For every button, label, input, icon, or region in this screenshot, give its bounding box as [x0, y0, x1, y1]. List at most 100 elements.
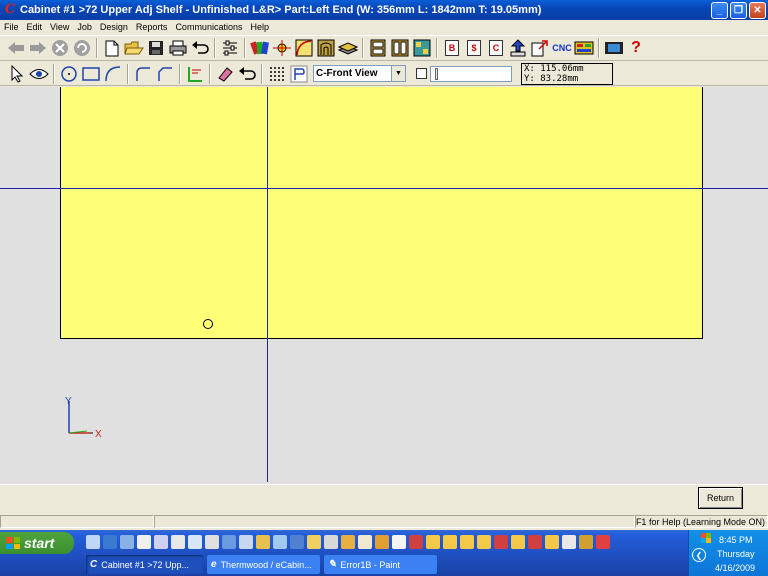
menu-file[interactable]: File [0, 22, 23, 32]
zoom-slider[interactable] [430, 65, 512, 82]
grid-snap-icon[interactable] [266, 63, 288, 85]
close-button[interactable]: ✕ [749, 1, 766, 19]
ql-icon-7[interactable] [188, 535, 202, 549]
forward-arrow-icon[interactable] [27, 37, 49, 59]
drawing-canvas[interactable]: Y X [0, 87, 768, 484]
upload-icon[interactable] [507, 37, 529, 59]
horizontal-guide-line [0, 188, 768, 189]
task-cabinet[interactable]: C Cabinet #1 >72 Upp... [86, 555, 203, 574]
back-arrow-icon[interactable] [5, 37, 27, 59]
ql-icon-31[interactable] [596, 535, 610, 549]
part-panel[interactable] [60, 87, 703, 339]
print-icon[interactable] [167, 37, 189, 59]
ql-icon-18[interactable] [375, 535, 389, 549]
ql-icon-21[interactable] [426, 535, 440, 549]
stop-icon[interactable] [49, 37, 71, 59]
ql-icon-14[interactable] [307, 535, 321, 549]
restore-button[interactable]: ❐ [730, 1, 747, 19]
room-layout-icon[interactable] [411, 37, 433, 59]
menu-communications[interactable]: Communications [171, 22, 246, 32]
arches-icon[interactable] [315, 37, 337, 59]
eraser-icon[interactable] [214, 63, 236, 85]
chevron-down-icon[interactable]: ▼ [391, 66, 405, 81]
ql-icon-1[interactable] [86, 535, 100, 549]
color-palette-icon[interactable] [249, 37, 271, 59]
tray-expand-icon[interactable]: ❮ [692, 548, 706, 562]
film-strip-icon[interactable] [603, 37, 625, 59]
clock-time[interactable]: 8:45 PM [719, 535, 753, 545]
arc-tool-icon[interactable] [102, 63, 124, 85]
fillet-tool-icon[interactable] [132, 63, 154, 85]
circle-tool-icon[interactable] [58, 63, 80, 85]
ql-icon-20[interactable] [409, 535, 423, 549]
report-cost-icon[interactable]: $ [463, 37, 485, 59]
layer-stack-icon[interactable] [337, 37, 359, 59]
ql-icon-4[interactable] [137, 535, 151, 549]
settings-sliders-icon[interactable] [219, 37, 241, 59]
ql-icon-10[interactable] [239, 535, 253, 549]
undo-icon[interactable] [189, 37, 211, 59]
ql-icon-3[interactable] [120, 535, 134, 549]
task-thermwood[interactable]: e Thermwood / eCabin... [207, 555, 320, 574]
help-icon[interactable]: ? [625, 37, 647, 59]
ql-icon-17[interactable] [358, 535, 372, 549]
menu-reports[interactable]: Reports [132, 22, 172, 32]
snap-point-icon[interactable] [288, 63, 310, 85]
ql-icon-11[interactable] [256, 535, 270, 549]
ql-icon-19[interactable] [392, 535, 406, 549]
return-button[interactable]: Return [698, 487, 743, 509]
ql-icon-24[interactable] [477, 535, 491, 549]
measure-icon[interactable] [271, 37, 293, 59]
save-disk-icon[interactable] [145, 37, 167, 59]
export-icon[interactable] [529, 37, 551, 59]
menu-help[interactable]: Help [246, 22, 273, 32]
refresh-icon[interactable] [71, 37, 93, 59]
main-toolbar: B $ C CNC ? [0, 35, 768, 61]
open-folder-icon[interactable] [123, 37, 145, 59]
new-file-icon[interactable] [101, 37, 123, 59]
chamfer-tool-icon[interactable] [154, 63, 176, 85]
view-dropdown[interactable]: C-Front View ▼ [313, 65, 406, 82]
ql-icon-29[interactable] [562, 535, 576, 549]
task-paint[interactable]: ✎ Error1B - Paint [324, 555, 437, 574]
ql-icon-5[interactable] [154, 535, 168, 549]
ql-icon-28[interactable] [545, 535, 559, 549]
menu-job[interactable]: Job [73, 22, 96, 32]
view-eye-icon[interactable] [28, 63, 50, 85]
menu-view[interactable]: View [46, 22, 73, 32]
ql-icon-30[interactable] [579, 535, 593, 549]
cabinet-icon[interactable] [367, 37, 389, 59]
option-checkbox[interactable] [416, 68, 427, 79]
minimize-button[interactable]: _ [711, 1, 728, 19]
ql-icon-6[interactable] [171, 535, 185, 549]
zoom-slider-thumb[interactable] [435, 67, 438, 80]
cabinet-pair-icon[interactable] [389, 37, 411, 59]
cnc-button[interactable]: CNC [551, 37, 573, 59]
ql-icon-25[interactable] [494, 535, 508, 549]
ql-icon-16[interactable] [341, 535, 355, 549]
title-bar[interactable]: C Cabinet #1 >72 Upper Adj Shelf - Unfin… [0, 0, 768, 20]
ql-icon-26[interactable] [511, 535, 525, 549]
ql-icon-23[interactable] [460, 535, 474, 549]
rectangle-tool-icon[interactable] [80, 63, 102, 85]
ql-icon-15[interactable] [324, 535, 338, 549]
ql-icon-13[interactable] [290, 535, 304, 549]
panel-grid-icon[interactable] [573, 37, 595, 59]
start-button[interactable]: start [0, 532, 74, 554]
select-arrow-icon[interactable] [6, 63, 28, 85]
tray-flag-icon[interactable] [701, 533, 711, 543]
curve-icon[interactable] [293, 37, 315, 59]
ql-icon-27[interactable] [528, 535, 542, 549]
ql-icon-9[interactable] [222, 535, 236, 549]
report-b-icon[interactable]: B [441, 37, 463, 59]
ql-icon-2[interactable] [103, 535, 117, 549]
menu-edit[interactable]: Edit [23, 22, 47, 32]
menu-design[interactable]: Design [96, 22, 132, 32]
undo-draw-icon[interactable] [236, 63, 258, 85]
dimension-icon[interactable] [184, 63, 206, 85]
report-c-icon[interactable]: C [485, 37, 507, 59]
app-icon[interactable]: C [3, 3, 17, 17]
ql-icon-12[interactable] [273, 535, 287, 549]
ql-icon-22[interactable] [443, 535, 457, 549]
ql-icon-8[interactable] [205, 535, 219, 549]
